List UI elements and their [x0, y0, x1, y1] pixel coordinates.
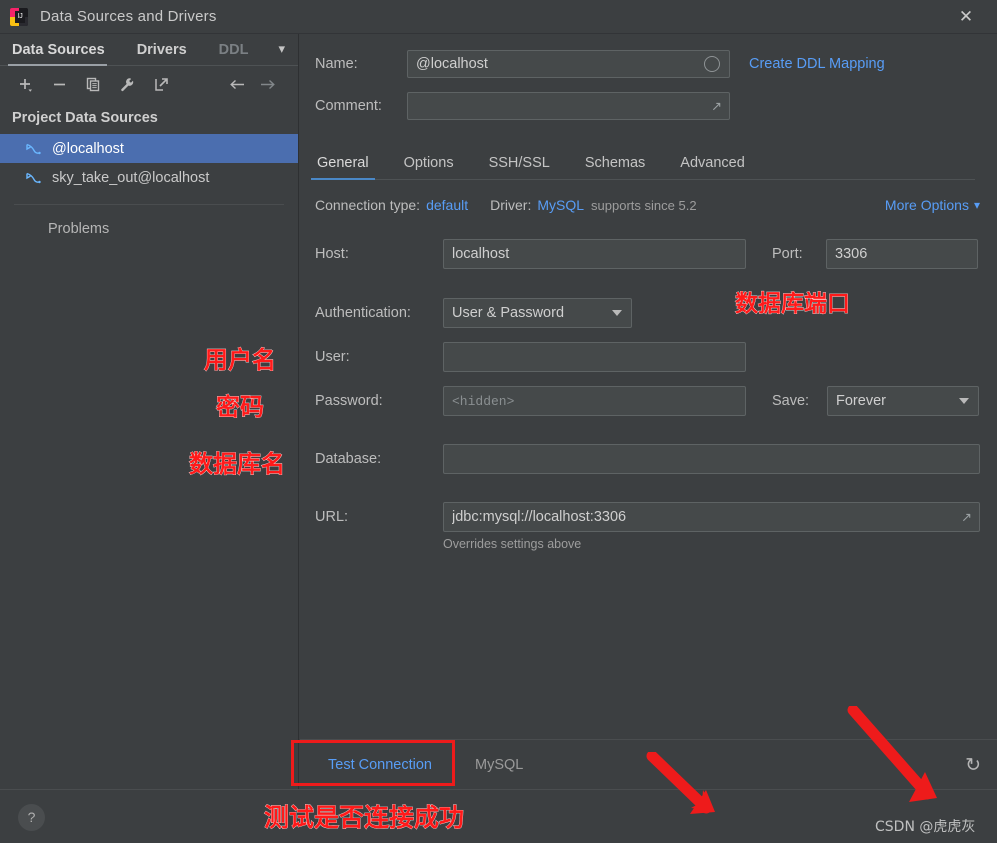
authentication-label: Authentication: [315, 305, 411, 321]
section-project-data-sources: Project Data Sources [12, 110, 158, 126]
sidebar-item-label: sky_take_out@localhost [52, 169, 210, 186]
settings-tab-bar: General Options SSH/SSL Schemas Advanced [311, 144, 975, 180]
sidebar-tab-data-sources[interactable]: Data Sources [8, 42, 117, 66]
data-sources-and-drivers-dialog: IJ Data Sources and Drivers ✕ Data Sourc… [0, 0, 997, 843]
plus-icon[interactable] [12, 72, 38, 96]
password-label: Password: [315, 393, 383, 409]
create-ddl-mapping-link[interactable]: Create DDL Mapping [749, 56, 885, 72]
save-value: Forever [836, 393, 886, 409]
comment-input[interactable] [407, 92, 730, 120]
connection-type-value[interactable]: default [426, 197, 468, 213]
help-button[interactable]: ? [18, 804, 45, 831]
tab-schemas[interactable]: Schemas [583, 155, 647, 179]
tab-advanced[interactable]: Advanced [678, 155, 747, 179]
copy-icon[interactable] [80, 72, 106, 96]
name-input[interactable] [407, 50, 730, 78]
url-input[interactable] [443, 502, 980, 532]
sidebar-item-problems[interactable]: Problems [0, 205, 298, 237]
sidebar-tab-ddl[interactable]: DDL [217, 42, 261, 65]
tab-options[interactable]: Options [402, 155, 456, 179]
user-label: User: [315, 349, 350, 365]
sidebar-tab-drivers[interactable]: Drivers [135, 42, 199, 65]
sidebar-item-sky-take-out[interactable]: sky_take_out@localhost [0, 163, 298, 192]
save-label: Save: [772, 393, 810, 409]
password-input[interactable] [443, 386, 746, 416]
connection-type-label: Connection type: [315, 197, 421, 213]
authentication-value: User & Password [452, 305, 565, 321]
sidebar-item-localhost[interactable]: @localhost [0, 134, 298, 163]
more-options-link[interactable]: More Options [885, 197, 969, 213]
user-input[interactable] [443, 342, 746, 372]
chevron-down-icon[interactable]: ▾ [974, 198, 980, 212]
save-select[interactable]: Forever [827, 386, 979, 416]
port-label: Port: [772, 246, 803, 262]
circle-icon [704, 56, 720, 72]
name-label: Name: [315, 56, 358, 72]
database-label: Database: [315, 451, 382, 467]
driver-value[interactable]: MySQL [537, 197, 584, 213]
chevron-down-icon[interactable]: ▾ [278, 41, 285, 65]
dialog-footer: ? OK Cancel Apply [0, 789, 997, 843]
settings-panel: Name: Create DDL Mapping Comment: ↗ Gene… [300, 34, 997, 739]
sidebar-toolbar [0, 66, 298, 102]
mysql-dolphin-icon [24, 141, 44, 157]
arrow-right-icon[interactable] [254, 72, 280, 96]
caret-down-icon [959, 398, 969, 404]
expand-icon[interactable]: ↗ [961, 511, 972, 524]
intellij-idea-icon: IJ [10, 7, 28, 26]
driver-label: Driver: [490, 197, 532, 213]
test-connection-link[interactable]: Test Connection [328, 757, 432, 773]
close-icon[interactable]: ✕ [949, 6, 983, 28]
tab-ssh-ssl[interactable]: SSH/SSL [487, 155, 552, 179]
external-link-icon[interactable] [148, 72, 174, 96]
sidebar-tab-bar: Data Sources Drivers DDL ▾ [0, 34, 298, 66]
comment-label: Comment: [315, 98, 382, 114]
arrow-left-icon[interactable] [224, 72, 250, 96]
driver-note: supports since 5.2 [591, 198, 697, 213]
host-input[interactable] [443, 239, 746, 269]
host-label: Host: [315, 246, 349, 262]
nav-buttons [224, 72, 284, 96]
title-bar: IJ Data Sources and Drivers ✕ [0, 0, 997, 34]
window-title: Data Sources and Drivers [40, 8, 217, 25]
minus-icon[interactable] [46, 72, 72, 96]
left-panel: Data Sources Drivers DDL ▾ Project Data … [0, 34, 299, 789]
caret-down-icon [612, 310, 622, 316]
mysql-dolphin-icon [24, 170, 44, 186]
authentication-select[interactable]: User & Password [443, 298, 632, 328]
reset-icon[interactable]: ↻ [965, 754, 981, 777]
url-hint: Overrides settings above [443, 537, 582, 551]
port-input[interactable] [826, 239, 978, 269]
sidebar-item-label: @localhost [52, 140, 124, 157]
url-label: URL: [315, 509, 349, 525]
expand-icon[interactable]: ↗ [711, 100, 722, 113]
driver-name-label: MySQL [474, 756, 524, 773]
test-connection-bar: Test Connection MySQL ↻ [300, 739, 997, 789]
tab-general[interactable]: General [311, 155, 375, 180]
database-input[interactable] [443, 444, 980, 474]
wrench-icon[interactable] [114, 72, 140, 96]
